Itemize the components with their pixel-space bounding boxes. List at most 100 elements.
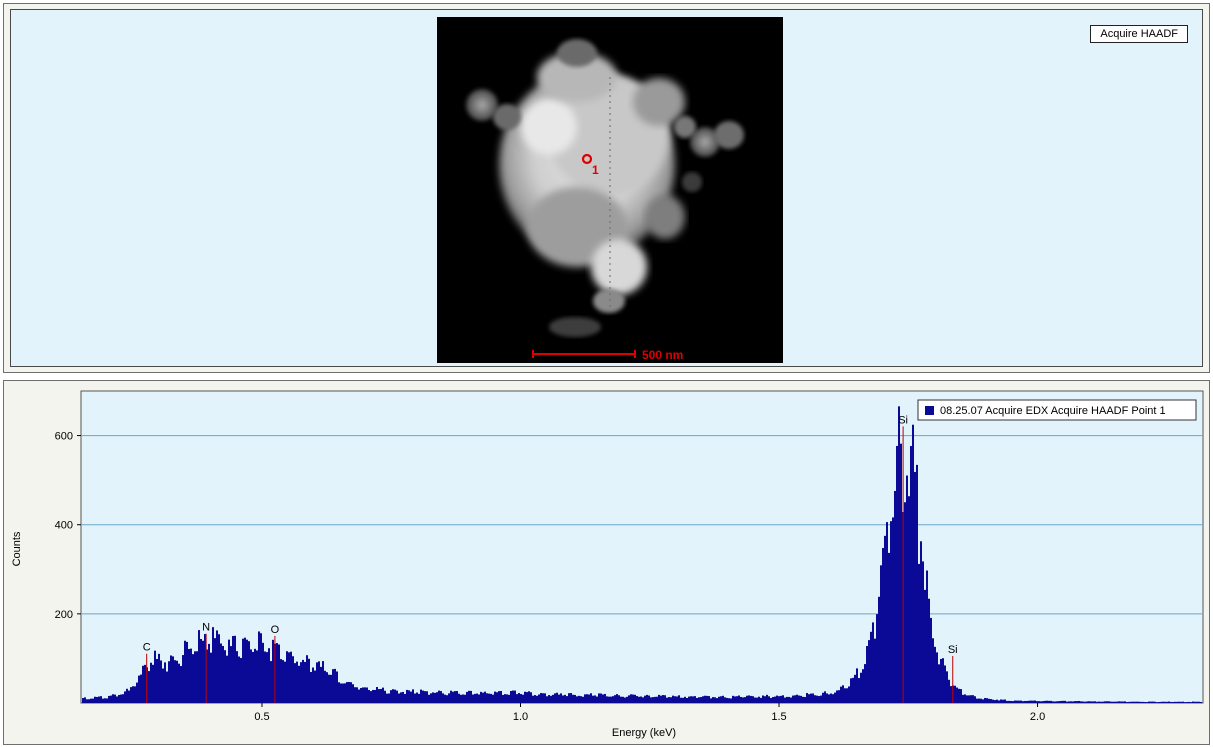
spectrum-bar xyxy=(414,693,416,703)
spectrum-bar xyxy=(640,696,642,703)
spectrum-bar xyxy=(504,694,506,703)
spectrum-bar xyxy=(830,693,832,703)
spectrum-bar xyxy=(676,696,678,703)
spectrum-bar xyxy=(220,643,222,703)
spectrum-bar xyxy=(674,696,676,703)
spectrum-bar xyxy=(698,697,700,703)
spectrum-bar xyxy=(338,682,340,703)
spectrum-bar xyxy=(684,696,686,703)
spectrum-bar xyxy=(1060,700,1062,703)
spectrum-bar xyxy=(344,683,346,703)
spectrum-bar xyxy=(678,695,680,703)
spectrum-bar xyxy=(1130,701,1132,703)
spectrum-bar xyxy=(686,698,688,703)
spectrum-bar xyxy=(260,633,262,703)
spectrum-bar xyxy=(418,693,420,703)
spectrum-bar xyxy=(416,692,418,703)
y-tick-label: 200 xyxy=(55,609,73,621)
spectrum-bar xyxy=(660,695,662,703)
spectrum-bar xyxy=(1094,701,1096,703)
spectrum-bar xyxy=(1104,701,1106,703)
spectrum-bar xyxy=(1188,701,1190,703)
spectrum-bar xyxy=(130,687,132,703)
legend[interactable]: 08.25.07 Acquire EDX Acquire HAADF Point… xyxy=(917,399,1197,421)
acquire-haadf-label[interactable]: Acquire HAADF xyxy=(1090,25,1188,43)
spectrum-bar xyxy=(1026,700,1028,703)
spectrum-bar xyxy=(98,696,100,703)
spectrum-bar xyxy=(256,650,258,703)
spectrum-bar xyxy=(792,695,794,703)
spectrum-bar xyxy=(446,695,448,703)
spectrum-bar xyxy=(392,689,394,703)
spectrum-bar xyxy=(594,695,596,703)
spectrum-bar xyxy=(610,696,612,703)
spectrum-bar xyxy=(908,496,910,703)
spectrum-bar xyxy=(778,696,780,703)
edx-spectrum-chart[interactable]: C N O Si Si 200 400 600 0.5 1.0 1.5 2.0 Energy (k… xyxy=(4,381,1209,744)
spectrum-bar xyxy=(118,694,120,703)
spectrum-bar xyxy=(644,695,646,703)
spectrum-bar xyxy=(918,563,920,703)
spectrum-bar xyxy=(656,696,658,703)
spectrum-bar xyxy=(968,695,970,703)
spectrum-bar xyxy=(1148,701,1150,703)
spectrum-bar xyxy=(1122,701,1124,703)
spectrum-bar xyxy=(500,690,502,703)
spectrum-bar xyxy=(340,683,342,703)
spectrum-bar xyxy=(518,693,520,703)
spectrum-bar xyxy=(160,660,162,703)
spectrum-bar xyxy=(298,665,300,703)
spectrum-bar xyxy=(910,446,912,703)
spectrum-bar xyxy=(324,670,326,703)
spectrum-bar xyxy=(308,658,310,703)
spectrum-bar xyxy=(1124,701,1126,703)
haadf-image[interactable]: 1 500 nm xyxy=(437,17,783,363)
x-tick-label: 0.5 xyxy=(254,711,269,723)
spectrum-bar xyxy=(194,651,196,703)
spectrum-bar xyxy=(688,696,690,703)
spectrum-bar xyxy=(378,689,380,703)
spectrum-bar xyxy=(534,695,536,703)
spectrum-bar xyxy=(192,654,194,703)
spectrum-bar xyxy=(1166,701,1168,703)
spectrum-bar xyxy=(196,651,198,703)
spectrum-bar xyxy=(162,668,164,703)
spectrum-bar xyxy=(916,464,918,703)
spectrum-bar xyxy=(754,697,756,703)
spectrum-bar xyxy=(992,699,994,703)
spectrum-bar xyxy=(334,668,336,703)
spectrum-bar xyxy=(560,693,562,703)
spectrum-bar xyxy=(1048,700,1050,703)
spectrum-bar xyxy=(578,695,580,703)
spectrum-bar xyxy=(1178,701,1180,703)
spectrum-bar xyxy=(190,648,192,703)
spectrum-bar xyxy=(802,696,804,703)
spectrum-bar xyxy=(400,692,402,703)
spectrum-bar xyxy=(116,696,118,703)
spectrum-bar xyxy=(114,694,116,703)
spectrum-bar xyxy=(926,570,928,703)
spectrum-bar xyxy=(666,697,668,703)
spectrum-bar xyxy=(526,692,528,703)
spectrum-bar xyxy=(306,655,308,703)
spectrum-bar xyxy=(988,698,990,703)
spectrum-bar xyxy=(490,693,492,703)
spectrum-bar xyxy=(514,690,516,703)
spectrum-bar xyxy=(246,639,248,703)
spectrum-bar xyxy=(842,685,844,703)
spectrum-bar xyxy=(1040,701,1042,703)
spectrum-bar xyxy=(984,697,986,703)
spectrum-bar xyxy=(492,694,494,703)
spectrum-bar xyxy=(928,598,930,703)
spectrum-bar xyxy=(858,678,860,703)
spectrum-bar xyxy=(1144,701,1146,703)
spectrum-bar xyxy=(700,697,702,703)
spectrum-bar xyxy=(200,638,202,703)
spectrum-bar xyxy=(102,698,104,703)
spectrum-bar xyxy=(1150,701,1152,703)
spectrum-bar xyxy=(180,666,182,703)
spectrum-bar xyxy=(576,696,578,703)
spectrum-bar xyxy=(878,596,880,703)
spectrum-bar xyxy=(1108,701,1110,703)
spectrum-bar xyxy=(1140,701,1142,703)
